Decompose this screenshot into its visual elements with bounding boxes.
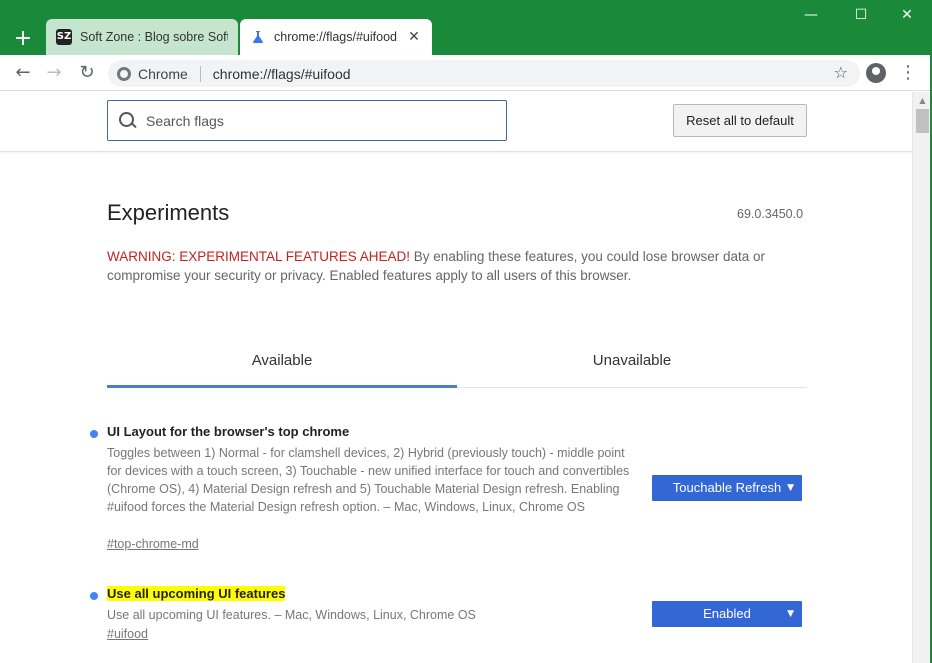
- flag-description: Use all upcoming UI features. – Mac, Win…: [107, 608, 476, 622]
- account-avatar-icon[interactable]: [866, 63, 886, 83]
- flag-name: UI Layout for the browser's top chrome: [107, 424, 350, 439]
- flag-item: Use all upcoming UI features Use all upc…: [90, 586, 810, 646]
- address-bar[interactable]: Chrome chrome://flags/#uifood ☆: [108, 60, 860, 87]
- tab-title: chrome://flags/#uifood: [274, 30, 397, 44]
- browser-toolbar: ← → ↻ Chrome chrome://flags/#uifood ☆ ⋮: [0, 55, 932, 91]
- tab-bar: Available Unavailable: [107, 343, 807, 388]
- flask-icon: [253, 31, 263, 43]
- vertical-scrollbar[interactable]: ▲: [912, 92, 932, 663]
- chrome-site-icon: [117, 66, 131, 81]
- new-tab-button[interactable]: +: [10, 26, 36, 52]
- title-bar: + SZ Soft Zone : Blog sobre Softw chrome…: [0, 0, 932, 55]
- tab-title: Soft Zone : Blog sobre Softw: [80, 30, 228, 44]
- warning-text: WARNING: EXPERIMENTAL FEATURES AHEAD! By…: [107, 247, 787, 285]
- flag-description: Toggles between 1) Normal - for clamshel…: [107, 446, 630, 514]
- flag-item: UI Layout for the browser's top chrome T…: [90, 424, 810, 554]
- chevron-down-icon: ▼: [787, 483, 794, 493]
- chrome-menu-icon[interactable]: ⋮: [899, 61, 917, 85]
- warning-heading: WARNING: EXPERIMENTAL FEATURES AHEAD!: [107, 249, 411, 264]
- flag-name: Use all upcoming UI features: [107, 586, 286, 601]
- back-button[interactable]: ←: [11, 61, 35, 85]
- url-text[interactable]: chrome://flags/#uifood: [213, 66, 351, 82]
- version-label: 69.0.3450.0: [737, 207, 804, 221]
- site-name: Chrome: [138, 65, 188, 82]
- tab-unavailable[interactable]: Unavailable: [457, 343, 807, 388]
- page-title: Experiments: [107, 200, 230, 225]
- close-window-button[interactable]: ✕: [884, 0, 930, 30]
- flag-select-value: Enabled: [703, 606, 751, 621]
- close-tab-icon[interactable]: ✕: [406, 29, 422, 45]
- modified-indicator-icon: [90, 592, 98, 600]
- reset-all-button[interactable]: Reset all to default: [673, 104, 807, 137]
- tab-available[interactable]: Available: [107, 343, 457, 388]
- sz-logo-icon: SZ: [56, 29, 72, 45]
- flag-select[interactable]: Enabled ▼: [652, 601, 802, 627]
- minimize-button[interactable]: —: [788, 0, 834, 30]
- omnibox-divider: [199, 65, 201, 82]
- bookmark-star-icon[interactable]: ☆: [834, 63, 848, 82]
- chevron-down-icon: ▼: [787, 609, 794, 619]
- reload-button[interactable]: ↻: [75, 61, 99, 85]
- scroll-thumb[interactable]: [916, 109, 929, 133]
- flag-permalink[interactable]: #uifood: [107, 627, 148, 641]
- tab-chrome-flags[interactable]: chrome://flags/#uifood ✕: [240, 19, 432, 55]
- tab-soft-zone[interactable]: SZ Soft Zone : Blog sobre Softw: [46, 19, 238, 55]
- flag-select-value: Touchable Refresh: [672, 480, 782, 495]
- modified-indicator-icon: [90, 430, 98, 438]
- flag-select[interactable]: Touchable Refresh ▼: [652, 475, 802, 501]
- search-icon: [118, 111, 138, 131]
- search-box[interactable]: [107, 100, 507, 141]
- maximize-button[interactable]: ☐: [838, 0, 884, 30]
- flags-header: Reset all to default: [0, 92, 912, 152]
- forward-button[interactable]: →: [42, 61, 66, 85]
- search-input[interactable]: [146, 112, 486, 129]
- flag-permalink[interactable]: #top-chrome-md: [107, 537, 199, 551]
